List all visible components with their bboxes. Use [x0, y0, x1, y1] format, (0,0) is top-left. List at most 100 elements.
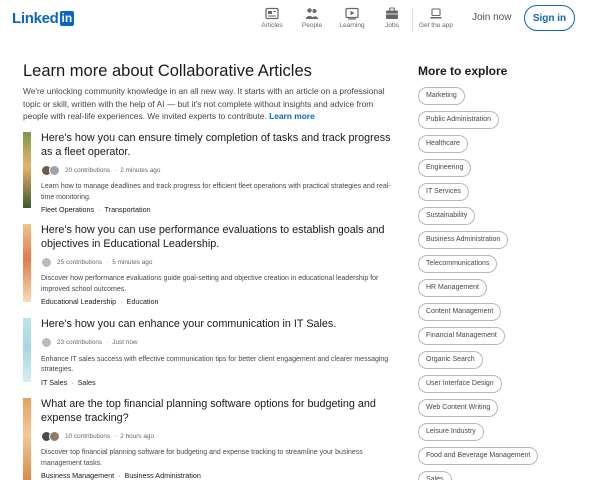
sign-in-button[interactable]: Sign in: [524, 5, 575, 31]
nav-jobs[interactable]: Jobs: [372, 7, 412, 29]
topic-pill-list: Marketing Public Administration Healthca…: [418, 87, 598, 480]
article-title[interactable]: Here's how you can use performance evalu…: [41, 224, 395, 251]
join-now-link[interactable]: Join now: [472, 12, 511, 23]
linkedin-logo[interactable]: Linked in: [12, 9, 75, 27]
article-description: Enhance IT sales success with effective …: [41, 355, 389, 374]
article-body: Here's how you can use performance evalu…: [41, 224, 395, 306]
article-body: What are the top financial planning soft…: [41, 398, 395, 480]
article-meta: 25 contributions · 5 minutes ago: [41, 255, 395, 269]
nav-learning-label: Learning: [339, 22, 365, 29]
contribution-count: 20 contributions: [65, 166, 111, 174]
article-tags: Educational Leadership · Education: [41, 297, 395, 306]
topic-pill[interactable]: Business Administration: [418, 231, 509, 249]
tag-separator: ·: [71, 377, 74, 387]
article-image-stripe: [23, 132, 31, 208]
articles-icon: [265, 7, 279, 20]
topic-pill[interactable]: Leisure Industry: [418, 423, 484, 441]
topic-tag[interactable]: Fleet Operations: [41, 205, 94, 214]
article-description: Learn how to manage deadlines and track …: [41, 183, 391, 201]
topic-pill[interactable]: Public Administration: [418, 111, 499, 129]
nav-get-app[interactable]: Get the app: [414, 7, 458, 29]
avatar: [49, 430, 60, 442]
topic-pill[interactable]: Marketing: [418, 87, 465, 105]
topic-pill[interactable]: Sales: [418, 471, 452, 480]
logo-wordmark: Linked: [12, 9, 59, 27]
get-app-label: Get the app: [419, 22, 453, 29]
tag-separator: ·: [118, 471, 121, 480]
nav-learning[interactable]: Learning: [332, 7, 372, 29]
article-title[interactable]: What are the top financial planning soft…: [41, 398, 395, 425]
timestamp: 5 minutes ago: [112, 258, 153, 266]
article-tags: IT Sales · Sales: [41, 378, 395, 387]
article-tags: Fleet Operations · Transportation: [41, 205, 395, 214]
topic-pill[interactable]: Telecommunications: [418, 255, 498, 273]
nav-articles[interactable]: Articles: [252, 7, 292, 29]
topic-tag[interactable]: Education: [127, 297, 159, 306]
topic-tag[interactable]: IT Sales: [41, 378, 67, 387]
intro-body: We're unlocking community knowledge in a…: [23, 86, 385, 121]
topic-pill[interactable]: Financial Management: [418, 327, 505, 345]
article-image-stripe: [23, 318, 31, 382]
article-tags: Business Management · Business Administr…: [41, 471, 395, 480]
article-body: Here's how you can ensure timely complet…: [41, 132, 395, 214]
meta-separator: ·: [114, 166, 117, 174]
tag-separator: ·: [98, 205, 101, 214]
learning-icon: [345, 7, 359, 20]
contributor-avatars: [41, 164, 60, 176]
contribution-count: 23 contributions: [57, 339, 103, 346]
timestamp: 2 minutes ago: [120, 166, 161, 174]
article-image-stripe: [23, 224, 31, 302]
topic-tag[interactable]: Business Administration: [125, 471, 201, 480]
tag-separator: ·: [120, 297, 123, 306]
article-description: Discover top financial planning software…: [41, 449, 363, 467]
article-card[interactable]: Here's how you can ensure timely complet…: [23, 132, 395, 214]
topic-pill[interactable]: Organic Search: [418, 351, 483, 369]
nav-articles-label: Articles: [261, 22, 283, 29]
contribution-count: 25 contributions: [57, 258, 103, 266]
topic-pill[interactable]: Food and Beverage Management: [418, 447, 539, 465]
article-card[interactable]: What are the top financial planning soft…: [23, 398, 395, 480]
article-meta: 20 contributions · 2 minutes ago: [41, 163, 395, 177]
main-content: Learn more about Collaborative Articles …: [23, 60, 395, 480]
top-nav: Articles People Learning Jobs: [252, 7, 412, 29]
topic-tag[interactable]: Business Management: [41, 471, 114, 480]
laptop-icon: [430, 8, 442, 19]
contributor-avatars: [41, 256, 52, 268]
sidebar-title: More to explore: [418, 64, 508, 78]
avatar: [49, 164, 60, 176]
article-card[interactable]: Here's how you can enhance your communic…: [23, 318, 395, 387]
topic-tag[interactable]: Sales: [78, 378, 96, 387]
meta-separator: ·: [106, 339, 109, 346]
timestamp: 2 hours ago: [120, 432, 155, 440]
briefcase-icon: [386, 7, 398, 19]
meta-separator: ·: [114, 432, 117, 440]
article-title[interactable]: Here's how you can enhance your communic…: [41, 318, 395, 332]
contributor-avatars: [41, 430, 60, 442]
topic-pill[interactable]: Content Management: [418, 303, 502, 321]
nav-people[interactable]: People: [292, 7, 332, 29]
article-card[interactable]: Here's how you can use performance evalu…: [23, 224, 395, 306]
topic-pill[interactable]: HR Management: [418, 279, 487, 297]
avatar: [41, 337, 52, 348]
contributor-avatars: [41, 337, 52, 348]
topic-pill[interactable]: IT Services: [418, 183, 469, 201]
avatar: [41, 256, 52, 268]
article-title[interactable]: Here's how you can ensure timely complet…: [41, 132, 395, 159]
more-to-explore-sidebar: More to explore Marketing Public Adminis…: [418, 64, 598, 480]
article-description: Discover how performance evaluations gui…: [41, 275, 379, 293]
learn-more-link[interactable]: Learn more: [269, 111, 315, 121]
timestamp: Just now: [112, 339, 138, 346]
topic-pill[interactable]: Web Content Writing: [418, 399, 499, 417]
article-meta: 10 contributions · 2 hours ago: [41, 429, 395, 443]
topic-tag[interactable]: Transportation: [105, 205, 151, 214]
topic-pill[interactable]: Engineering: [418, 159, 472, 177]
contribution-count: 10 contributions: [65, 432, 111, 440]
topic-pill[interactable]: Healthcare: [418, 135, 468, 153]
article-image-stripe: [23, 398, 31, 480]
topic-pill[interactable]: Sustainability: [418, 207, 476, 225]
meta-separator: ·: [106, 258, 109, 266]
top-header: Linked in Articles People Learning Jobs G…: [0, 0, 616, 38]
topic-pill[interactable]: User Interface Design: [418, 375, 502, 393]
topic-tag[interactable]: Educational Leadership: [41, 297, 116, 306]
page-title: Learn more about Collaborative Articles: [23, 62, 312, 80]
